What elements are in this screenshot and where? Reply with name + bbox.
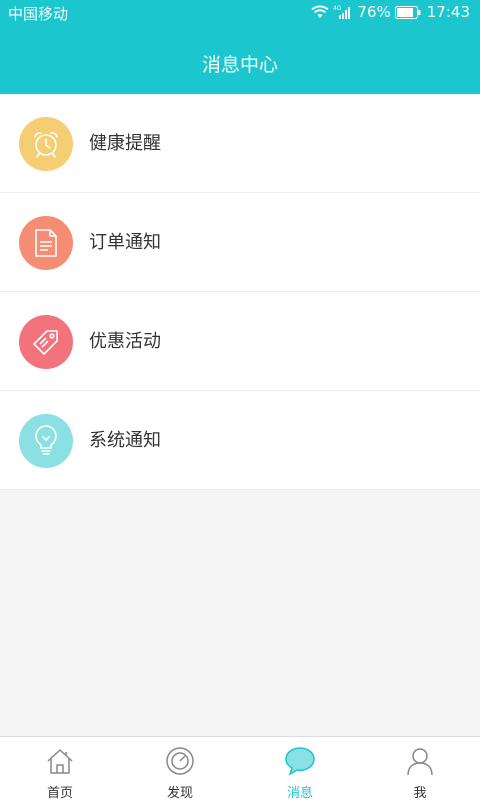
tab-me[interactable]: 我: [360, 737, 480, 800]
carrier-name: 中国移动: [8, 5, 69, 23]
clock-time: 17:43: [426, 3, 470, 21]
svg-text:4G: 4G: [333, 5, 342, 12]
alarm-clock-icon: [19, 117, 73, 171]
page-title: 消息中心: [201, 54, 278, 76]
status-indicators: 4G 76% 17:43: [311, 3, 470, 21]
bottom-tab-bar: 首页 发现 消息 我: [0, 736, 480, 800]
chat-bubble-icon: [284, 745, 316, 777]
list-item-promotions[interactable]: 优惠活动: [0, 292, 480, 391]
tab-messages[interactable]: 消息: [240, 737, 360, 800]
cellular-signal-icon: 4G: [333, 4, 353, 20]
compass-icon: [164, 745, 196, 777]
lightbulb-icon: [19, 414, 73, 468]
message-category-list: 健康提醒 订单通知 优惠活动 系统通知: [0, 94, 480, 490]
list-item-label: 订单通知: [89, 232, 161, 253]
list-item-label: 优惠活动: [89, 331, 161, 352]
user-icon: [404, 745, 436, 777]
document-icon: [19, 216, 73, 270]
tab-discover[interactable]: 发现: [120, 737, 240, 800]
list-item-health-reminder[interactable]: 健康提醒: [0, 94, 480, 193]
app-header: 中国移动 4G 76% 17:43 消息中心: [0, 0, 480, 94]
list-item-order-notification[interactable]: 订单通知: [0, 193, 480, 292]
battery-icon: [394, 5, 421, 19]
home-icon: [44, 745, 76, 777]
list-item-system-notification[interactable]: 系统通知: [0, 391, 480, 490]
tab-label: 发现: [166, 786, 193, 800]
tab-label: 我: [413, 786, 427, 800]
list-item-label: 健康提醒: [89, 133, 161, 154]
battery-percentage: 76%: [357, 3, 391, 21]
wifi-icon: [311, 5, 330, 19]
price-tag-icon: [19, 315, 73, 369]
list-item-label: 系统通知: [89, 430, 161, 451]
tab-label: 消息: [286, 786, 313, 800]
tab-home[interactable]: 首页: [0, 737, 120, 800]
tab-label: 首页: [46, 786, 73, 800]
status-bar: 中国移动 4G 76% 17:43: [0, 0, 480, 26]
